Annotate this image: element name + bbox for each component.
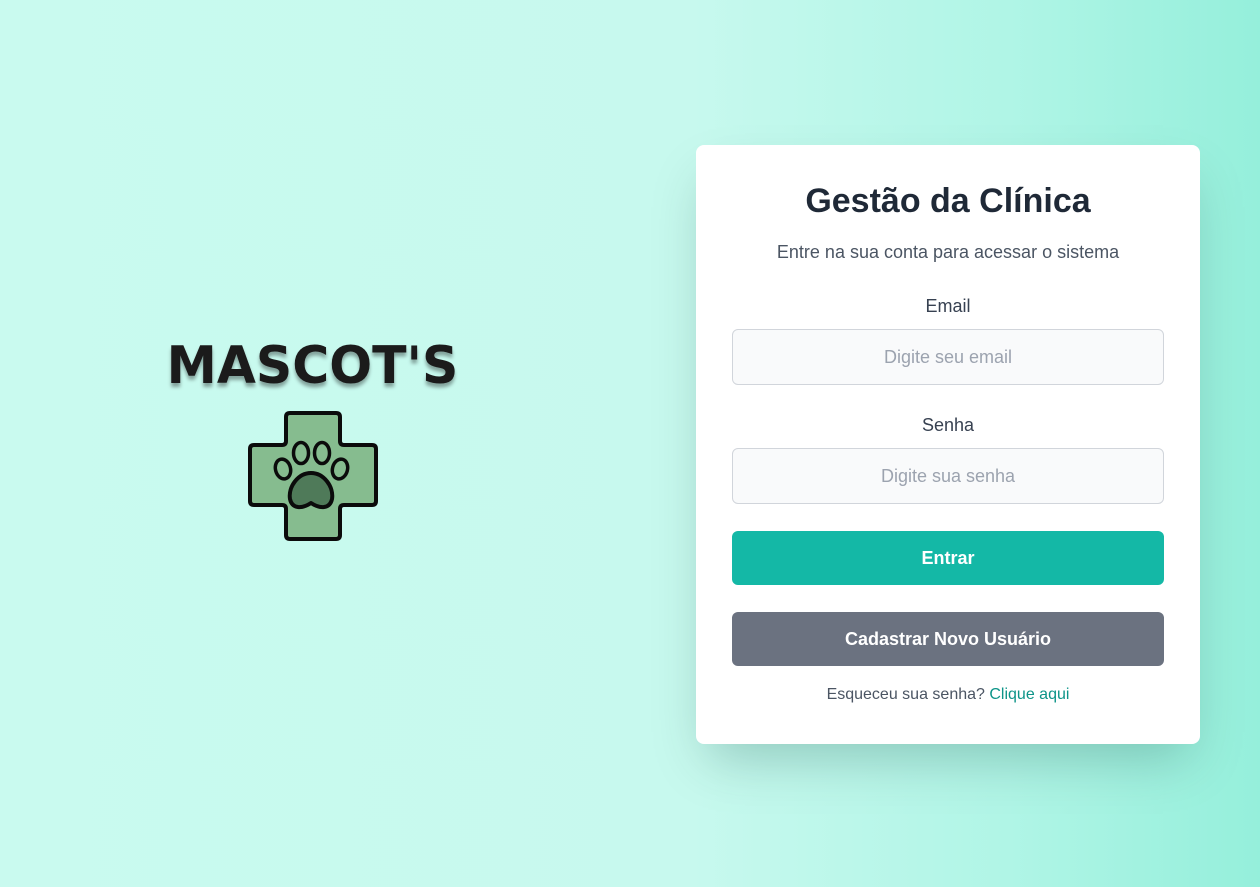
page-title: Gestão da Clínica — [805, 182, 1091, 220]
forgot-password-row: Esqueceu sua senha? Clique aqui — [696, 685, 1200, 705]
register-button[interactable]: Cadastrar Novo Usuário — [732, 612, 1164, 666]
brand-name: MASCOT'S — [166, 336, 459, 396]
forgot-password-link[interactable]: Clique aqui — [989, 686, 1069, 703]
password-label: Senha — [921, 415, 975, 435]
forgot-password-text: Esqueceu sua senha? — [826, 686, 985, 703]
login-subtitle: Entre na sua conta para acessar o sistem… — [776, 242, 1120, 262]
email-field[interactable] — [732, 329, 1164, 385]
login-button[interactable]: Entrar — [732, 531, 1164, 585]
email-label: Email — [925, 296, 971, 316]
password-field[interactable] — [732, 448, 1164, 504]
paw-cross-icon — [247, 411, 378, 541]
brand-block: MASCOT'S — [160, 335, 465, 543]
login-card: Gestão da Clínica Entre na sua conta par… — [696, 145, 1200, 744]
